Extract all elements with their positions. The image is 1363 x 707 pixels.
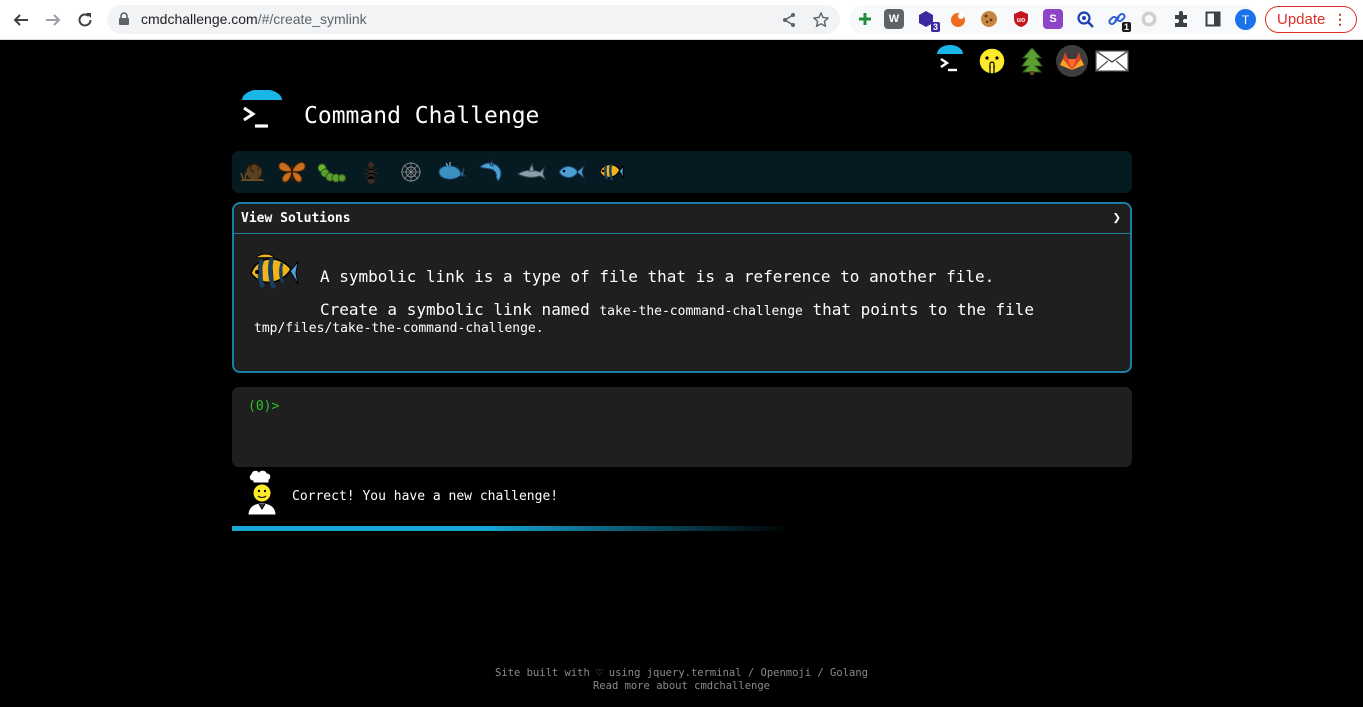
update-button[interactable]: Update ⋮ [1265, 6, 1357, 33]
side-panel-icon[interactable] [1203, 9, 1223, 29]
tree-icon[interactable] [1015, 44, 1049, 78]
magnifier-extension-icon[interactable] [1075, 9, 1095, 29]
browser-toolbar: cmdchallenge.com/#/create_symlink W 3 uo… [0, 0, 1363, 40]
tropical-fish-icon [246, 249, 300, 295]
butterfly-icon[interactable] [277, 157, 307, 187]
web-icon[interactable] [396, 157, 426, 187]
url-host: cmdchallenge.com [141, 11, 258, 27]
envelope-icon[interactable] [1095, 44, 1129, 78]
url-text: cmdchallenge.com/#/create_symlink [141, 11, 367, 27]
task-text-post: that points to the file [802, 300, 1035, 319]
kebab-menu-icon: ⋮ [1333, 11, 1347, 27]
challenge-task: Create a symbolic link named take-the-co… [320, 300, 1034, 319]
extensions-bar: W 3 uo S 1 [849, 5, 1257, 34]
lock-icon [119, 12, 129, 25]
fish-icon[interactable] [556, 157, 586, 187]
page-title: Command Challenge [304, 103, 540, 129]
view-solutions-label: View Solutions [241, 211, 351, 226]
footer: Site built with ♡ using jquery.terminal … [0, 667, 1363, 693]
back-button[interactable] [9, 8, 33, 32]
s-extension-icon[interactable]: S [1043, 9, 1063, 29]
w-extension-icon[interactable]: W [884, 9, 904, 29]
update-label: Update [1277, 11, 1326, 28]
challenge-level-bar [232, 151, 1132, 193]
address-bar[interactable]: cmdchallenge.com/#/create_symlink [107, 5, 840, 34]
shark-icon[interactable] [516, 157, 546, 187]
challenge-description: A symbolic link is a type of file that i… [320, 267, 995, 286]
terminal-prompt: (0)> [248, 399, 280, 414]
link-extension-icon[interactable]: 1 [1107, 9, 1131, 32]
grey-circle-extension-icon[interactable] [1139, 9, 1159, 29]
chef-icon [244, 468, 280, 516]
gitlab-icon[interactable] [1055, 44, 1089, 78]
reload-button[interactable] [73, 8, 97, 32]
forward-button[interactable] [41, 8, 65, 32]
link-name-code: take-the-command-challenge [599, 304, 803, 319]
cookie-extension-icon[interactable] [979, 9, 999, 29]
plus-extension-icon[interactable] [855, 9, 875, 29]
chevron-right-icon: ❯ [1112, 210, 1121, 226]
challenge-panel: View Solutions ❯ A symbolic link is a ty… [232, 202, 1132, 373]
site-logo[interactable] [238, 89, 284, 134]
dolphin-icon[interactable] [476, 157, 506, 187]
profile-avatar[interactable]: T [1235, 9, 1256, 30]
footer-about-link[interactable]: Read more about cmdchallenge [0, 680, 1363, 693]
shushing-face-icon[interactable] [975, 44, 1009, 78]
status-message: Correct! You have a new challenge! [292, 489, 559, 504]
target-path-code: tmp/files/take-the-command-challenge. [254, 321, 544, 336]
ublock-icon[interactable]: uo [1011, 9, 1031, 29]
puzzle-extensions-icon[interactable] [1171, 9, 1191, 29]
back-arrow-icon [13, 14, 28, 26]
share-icon[interactable] [780, 11, 798, 29]
task-text-pre: Create a symbolic link named [320, 300, 600, 319]
hexagon-extension-icon[interactable]: 3 [916, 9, 940, 32]
whale-icon[interactable] [436, 157, 466, 187]
forward-arrow-icon [46, 14, 61, 26]
terminal-link-icon[interactable] [933, 44, 967, 78]
footer-credits: Site built with ♡ using jquery.terminal … [495, 667, 868, 679]
reload-icon [78, 13, 92, 27]
extension-badge: 1 [1121, 22, 1131, 32]
svg-text:uo: uo [1017, 17, 1026, 24]
terminal[interactable]: (0)> [232, 387, 1132, 467]
bookmark-star-icon[interactable] [812, 11, 830, 29]
extension-badge: 3 [930, 22, 940, 32]
ant-icon[interactable] [356, 157, 386, 187]
view-solutions-toggle[interactable]: View Solutions ❯ [234, 204, 1130, 234]
progress-bar [232, 526, 792, 531]
snail-icon[interactable] [238, 157, 268, 187]
caterpillar-icon[interactable] [316, 157, 346, 187]
url-path: /#/create_symlink [257, 11, 367, 27]
tropical-fish-icon[interactable] [596, 157, 626, 187]
flame-extension-icon[interactable] [948, 9, 968, 29]
